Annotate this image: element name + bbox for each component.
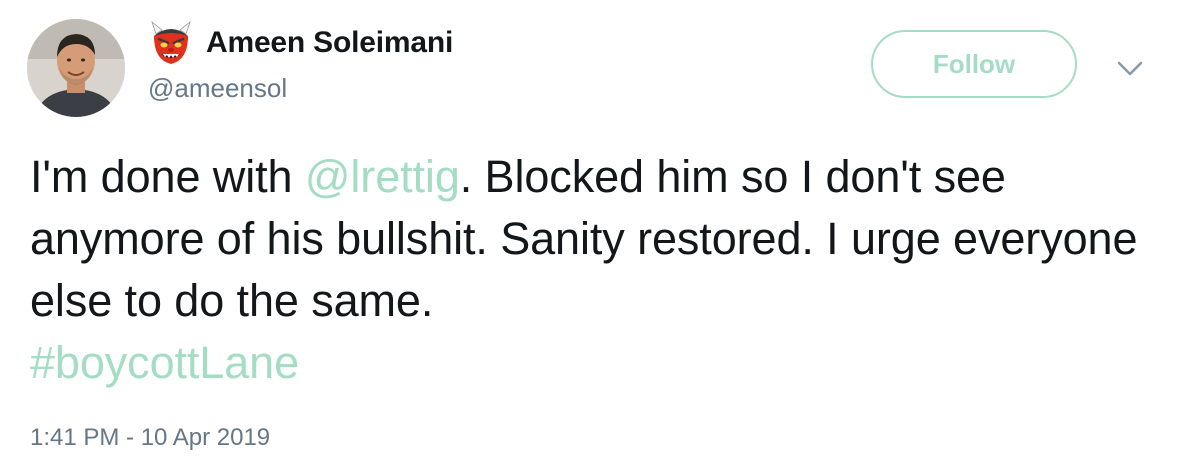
author-handle[interactable]: @ameensol (148, 73, 287, 104)
chevron-down-icon[interactable] (1114, 56, 1146, 80)
tweet-text-part: I'm done with (30, 151, 305, 202)
ogre-emoji-icon (151, 20, 191, 64)
follow-button[interactable]: Follow (871, 30, 1077, 98)
author-display-name[interactable]: Ameen Soleimani (206, 26, 453, 60)
author-name-row[interactable]: Ameen Soleimani (148, 18, 453, 68)
hashtag-link[interactable]: #boycottLane (30, 337, 299, 388)
tweet-card: Ameen Soleimani @ameensol Follow I'm don… (0, 0, 1180, 462)
mention-link[interactable]: @lrettig (305, 151, 460, 202)
avatar[interactable] (27, 19, 125, 117)
tweet-text: I'm done with @lrettig. Blocked him so I… (30, 146, 1160, 394)
tweet-timestamp[interactable]: 1:41 PM - 10 Apr 2019 (30, 424, 270, 452)
